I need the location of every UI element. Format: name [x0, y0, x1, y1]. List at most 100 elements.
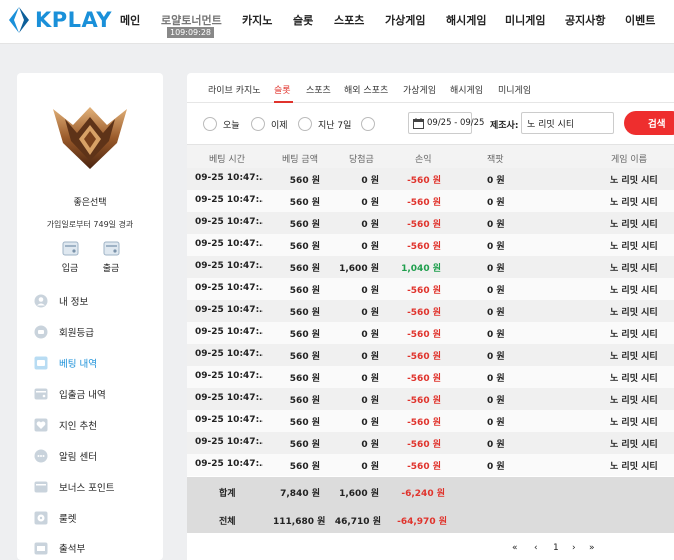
nav-royal-tournament[interactable]: 로얄토너먼트: [161, 12, 222, 28]
cell-bet-amount: 560 원: [289, 220, 320, 230]
cell-bet-amount: 560 원: [289, 308, 320, 318]
column-header-profit-loss: 손익: [415, 155, 432, 165]
radio-yesterday[interactable]: 이제: [251, 117, 288, 131]
cell-bet-amount: 560 원: [289, 330, 320, 340]
menu-member-grade[interactable]: 회원등급: [34, 323, 154, 341]
nav-main[interactable]: 메인: [120, 12, 140, 28]
menu-my-info[interactable]: 내 정보: [34, 292, 154, 310]
cell-jackpot: 0 원: [487, 352, 505, 362]
calendar-icon: [413, 117, 424, 129]
cell-profit-loss: -560 원: [407, 242, 441, 252]
table-row: 09-25 10:47:… 560 원 0 원 -560 원 0 원 노 리밋 시티: [187, 190, 674, 212]
cell-game-name: 노 리밋 시티: [610, 418, 658, 428]
cell-bet-amount: 560 원: [289, 462, 320, 472]
cell-profit-loss: -560 원: [407, 418, 441, 428]
cell-bet-amount: 560 원: [289, 418, 320, 428]
bonus-point-icon: [34, 481, 48, 493]
menu-referral[interactable]: 지인 추천: [34, 416, 154, 434]
cell-winnings: 0 원: [361, 220, 379, 230]
cell-jackpot: 0 원: [487, 264, 505, 274]
radio-label: 오늘: [223, 120, 240, 131]
nav-slot[interactable]: 슬롯: [293, 12, 313, 28]
tab-hash-game[interactable]: 해시게임: [450, 83, 483, 96]
search-button[interactable]: 검색: [624, 111, 674, 135]
cell-profit-loss: -560 원: [407, 440, 441, 450]
nav-notice[interactable]: 공지사항: [565, 12, 605, 28]
cell-winnings: 0 원: [361, 396, 379, 406]
cell-bet-amount: 560 원: [289, 286, 320, 296]
betting-history-panel: 라이브 카지노 슬롯 스포츠 해외 스포츠 가상게임 해시게임 미니게임 오늘 …: [187, 73, 674, 560]
cell-game-name: 노 리밋 시티: [610, 396, 658, 406]
kplay-logo[interactable]: KPLAY: [6, 6, 112, 34]
last-page-button[interactable]: »: [589, 543, 595, 553]
deposit-label: 입금: [61, 264, 79, 274]
next-page-button[interactable]: ›: [572, 543, 576, 553]
cell-bet-amount: 560 원: [289, 264, 320, 274]
menu-attendance[interactable]: 출석부: [34, 539, 154, 557]
cell-game-name: 노 리밋 시티: [610, 264, 658, 274]
deposit-button[interactable]: 입금: [50, 241, 90, 274]
menu-transaction-history[interactable]: 입출금 내역: [34, 385, 154, 403]
menu-label: 베팅 내역: [59, 359, 97, 370]
tab-overseas-sports[interactable]: 해외 스포츠: [344, 83, 388, 96]
cell-profit-loss: -560 원: [407, 286, 441, 296]
cell-bet-amount: 560 원: [289, 440, 320, 450]
first-page-button[interactable]: «: [512, 543, 518, 553]
table-row: 09-25 10:47:… 560 원 0 원 -560 원 0 원 노 리밋 시티: [187, 322, 674, 344]
deposit-icon: [62, 241, 78, 256]
tab-mini-game[interactable]: 미니게임: [498, 83, 531, 96]
filter-bar: 오늘 이제 지난 7일 09/25 - 09/25 제조사: 검색: [187, 103, 674, 143]
cell-jackpot: 0 원: [487, 198, 505, 208]
cell-jackpot: 0 원: [487, 440, 505, 450]
attendance-icon: [34, 542, 48, 555]
menu-label: 보너스 포인트: [59, 483, 115, 494]
cell-bet-time: 09-25 10:47:…: [195, 261, 263, 271]
withdraw-label: 출금: [102, 264, 120, 274]
date-range-picker[interactable]: 09/25 - 09/25: [408, 112, 484, 134]
page-number-1[interactable]: 1: [553, 543, 559, 553]
top-navigation-bar: KPLAY 메인 로얄토너먼트 109:09:28 카지노 슬롯 스포츠 가상게…: [0, 0, 674, 44]
cell-game-name: 노 리밋 시티: [610, 176, 658, 186]
radio-custom-range[interactable]: [361, 117, 381, 131]
nav-mini-game[interactable]: 미니게임: [505, 12, 545, 28]
tab-virtual-game[interactable]: 가상게임: [403, 83, 436, 96]
cell-bet-time: 09-25 10:47:…: [195, 217, 263, 227]
radio-circle: [298, 117, 312, 131]
table-row: 09-25 10:47:… 560 원 0 원 -560 원 0 원 노 리밋 시티: [187, 278, 674, 300]
nav-hash-game[interactable]: 해시게임: [446, 12, 486, 28]
menu-notification-center[interactable]: 알림 센터: [34, 447, 154, 465]
tab-slot[interactable]: 슬롯: [274, 83, 291, 96]
tab-live-casino[interactable]: 라이브 카지노: [208, 83, 261, 96]
cell-game-name: 노 리밋 시티: [610, 352, 658, 362]
cell-winnings: 1,600 원: [339, 264, 379, 274]
table-row: 09-25 10:47:… 560 원 0 원 -560 원 0 원 노 리밋 시티: [187, 234, 674, 256]
radio-last-7-days[interactable]: 지난 7일: [298, 117, 351, 131]
radio-today[interactable]: 오늘: [203, 117, 240, 131]
nav-sports[interactable]: 스포츠: [334, 12, 364, 28]
cell-winnings: 0 원: [361, 286, 379, 296]
cell-bet-time: 09-25 10:47:…: [195, 239, 263, 249]
table-row: 09-25 10:47:… 560 원 1,600 원 1,040 원 0 원 노 리밋 …: [187, 256, 674, 278]
user-info-icon: [34, 294, 48, 308]
menu-roulette[interactable]: 룰렛: [34, 509, 154, 527]
menu-betting-history[interactable]: 베팅 내역: [34, 354, 154, 372]
withdraw-button[interactable]: 출금: [91, 241, 131, 274]
summary-win: 46,710 원: [334, 517, 381, 527]
table-row: 09-25 10:47:… 560 원 0 원 -560 원 0 원 노 리밋 시티: [187, 432, 674, 454]
tab-sports[interactable]: 스포츠: [306, 83, 331, 96]
cell-game-name: 노 리밋 시티: [610, 374, 658, 384]
kplay-logo-mark-icon: [9, 7, 29, 33]
nav-casino[interactable]: 카지노: [242, 12, 272, 28]
nav-virtual-game[interactable]: 가상게임: [385, 12, 425, 28]
cell-winnings: 0 원: [361, 374, 379, 384]
cell-profit-loss: -560 원: [407, 396, 441, 406]
menu-bonus-point[interactable]: 보너스 포인트: [34, 478, 154, 496]
nav-event[interactable]: 이벤트: [625, 12, 655, 28]
cell-bet-amount: 560 원: [289, 176, 320, 186]
cell-winnings: 0 원: [361, 462, 379, 472]
table-header: 베팅 시간 베팅 금액 당첨금 손익 잭팟 게임 이름: [187, 144, 674, 168]
cell-bet-amount: 560 원: [289, 242, 320, 252]
prev-page-button[interactable]: ‹: [534, 543, 538, 553]
provider-input[interactable]: [521, 112, 614, 134]
table-row: 09-25 10:47:… 560 원 0 원 -560 원 0 원 노 리밋 시티: [187, 454, 674, 476]
